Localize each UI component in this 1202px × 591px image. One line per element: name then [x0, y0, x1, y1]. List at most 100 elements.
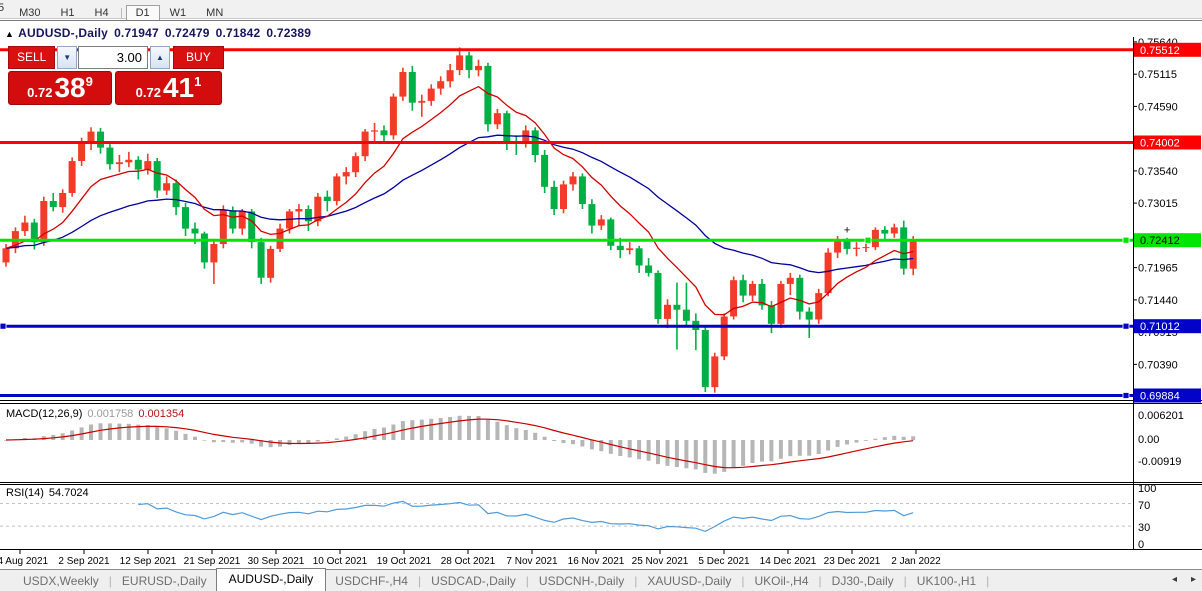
macd-histogram-bar: [826, 440, 831, 451]
macd-histogram-bar: [656, 440, 660, 465]
macd-histogram-bar: [155, 427, 160, 440]
timeframe-toolbar: 5 M30 H1 H4 D1 W1 MN: [0, 0, 1202, 22]
macd-histogram-bar: [608, 440, 613, 454]
macd-signal-value: 0.001354: [138, 408, 185, 420]
date-tick-label: 21 Sep 2021: [184, 556, 241, 567]
macd-histogram-bar: [797, 440, 802, 456]
chart-tab-ukoil-h4[interactable]: UKOil-,H4: [746, 571, 818, 591]
rsi-axis-label: 30: [1138, 522, 1150, 534]
toolbar-separator: [120, 7, 122, 19]
chart-tab-xauusd-daily[interactable]: XAUUSD-,Daily: [638, 571, 740, 591]
price-chart[interactable]: +0.756400.751150.745900.735400.730150.71…: [0, 21, 1202, 591]
macd-histogram-bar: [901, 436, 906, 440]
candle-body: [115, 162, 123, 165]
candle-body: [664, 304, 671, 319]
tab-scroll-left-icon[interactable]: ◂: [1172, 574, 1177, 585]
candle-body: [834, 240, 842, 253]
candle-body: [78, 142, 86, 161]
macd-histogram-bar: [448, 417, 453, 440]
sell-button[interactable]: SELL: [8, 46, 56, 69]
candle-body: [68, 161, 76, 193]
macd-histogram-bar: [618, 440, 623, 456]
macd-histogram-bar: [240, 440, 245, 443]
candle-body: [654, 272, 662, 319]
candle-body: [106, 147, 114, 165]
macd-histogram-bar: [287, 440, 292, 446]
macd-axis-label: 0.006201: [1138, 410, 1184, 422]
sell-price-pips: 38: [54, 72, 86, 103]
candle-body: [550, 186, 558, 209]
candle-body: [493, 113, 501, 125]
macd-histogram-bar: [769, 440, 774, 462]
tab-scroll-right-icon[interactable]: ▸: [1191, 574, 1196, 585]
candle-body: [767, 305, 775, 324]
candle-body: [645, 265, 653, 273]
candle-body: [853, 247, 860, 249]
macd-histogram-bar: [835, 440, 840, 447]
candle-body: [465, 55, 473, 71]
price-level-badge-label: 0.75512: [1140, 45, 1180, 57]
chart-tab-usdx-weekly[interactable]: USDX,Weekly: [14, 571, 108, 591]
chart-tab-usdcnh-daily[interactable]: USDCNH-,Daily: [530, 571, 633, 591]
macd-histogram-bar: [315, 440, 320, 442]
volume-decrease-button[interactable]: ▼: [57, 46, 78, 69]
cross-marker-icon: +: [844, 225, 850, 237]
macd-histogram-bar: [863, 440, 868, 441]
candle-body: [635, 248, 643, 266]
macd-histogram-bar: [533, 432, 538, 440]
candle-body: [456, 55, 464, 71]
macd-histogram-bar: [807, 440, 812, 456]
price-level-badge-label: 0.74002: [1140, 138, 1180, 150]
macd-histogram-bar: [211, 440, 216, 443]
macd-axis-label: 0.00: [1138, 434, 1159, 446]
candle-body: [475, 65, 482, 71]
chart-tab-usdchf-h4[interactable]: USDCHF-,H4: [326, 571, 417, 591]
macd-histogram-bar: [221, 440, 226, 443]
collapse-triangle-icon[interactable]: ▲: [5, 29, 14, 39]
candle-body: [711, 356, 719, 388]
date-tick-label: 2 Sep 2021: [58, 556, 110, 567]
date-tick-label: 28 Oct 2021: [441, 556, 496, 567]
chart-tab-eurusd-daily[interactable]: EURUSD-,Daily: [113, 571, 216, 591]
timeframe-button-clipped[interactable]: 5: [0, 0, 6, 16]
volume-input[interactable]: [78, 46, 149, 69]
buy-button[interactable]: BUY: [172, 46, 225, 69]
line-handle: [1122, 236, 1130, 244]
volume-increase-button[interactable]: ▲: [150, 46, 170, 69]
candle-body: [701, 330, 709, 388]
buy-price-point: 1: [194, 74, 202, 89]
macd-histogram-bar: [372, 428, 377, 440]
macd-histogram-bar: [854, 440, 859, 443]
chart-tab-usdcad-daily[interactable]: USDCAD-,Daily: [422, 571, 525, 591]
date-tick-label: 24 Aug 2021: [0, 556, 49, 567]
chart-tab-dj30-daily[interactable]: DJ30-,Daily: [823, 571, 903, 591]
candle-body: [210, 244, 218, 263]
rsi-axis-label: 0: [1138, 539, 1144, 551]
date-tick-label: 23 Dec 2021: [824, 556, 881, 567]
candle-body: [21, 222, 29, 232]
close-value: 0.72389: [266, 26, 312, 40]
candle-body: [881, 229, 889, 234]
candle-body: [248, 211, 256, 243]
candle-body: [408, 72, 416, 103]
macd-histogram-bar: [514, 428, 519, 440]
chart-tab-uk100-h1[interactable]: UK100-,H1: [908, 571, 985, 591]
macd-histogram-bar: [183, 433, 188, 440]
chart-tab-audusd-daily[interactable]: AUDUSD-,Daily: [215, 568, 327, 591]
candle-body: [607, 219, 615, 246]
macd-indicator-header: MACD(12,26,9) 0.001758 0.001354: [6, 408, 184, 420]
macd-histogram-bar: [457, 415, 462, 440]
macd-histogram-bar: [693, 440, 698, 470]
tab-separator: |: [986, 573, 990, 588]
macd-histogram-bar: [523, 430, 528, 440]
sell-price-tile[interactable]: 0.72 38 9: [8, 71, 112, 105]
candle-body: [503, 113, 511, 143]
macd-histogram-bar: [684, 440, 689, 469]
buy-price-tile[interactable]: 0.72 41 1: [115, 71, 222, 105]
date-tick-label: 2 Jan 2022: [891, 556, 941, 567]
sell-price-point: 9: [85, 74, 93, 89]
chart-symbol-label: AUDUSD-,Daily: [18, 26, 109, 40]
price-tick-label: 0.73540: [1138, 166, 1178, 178]
candle-body: [238, 211, 246, 229]
candle-body: [257, 242, 265, 278]
